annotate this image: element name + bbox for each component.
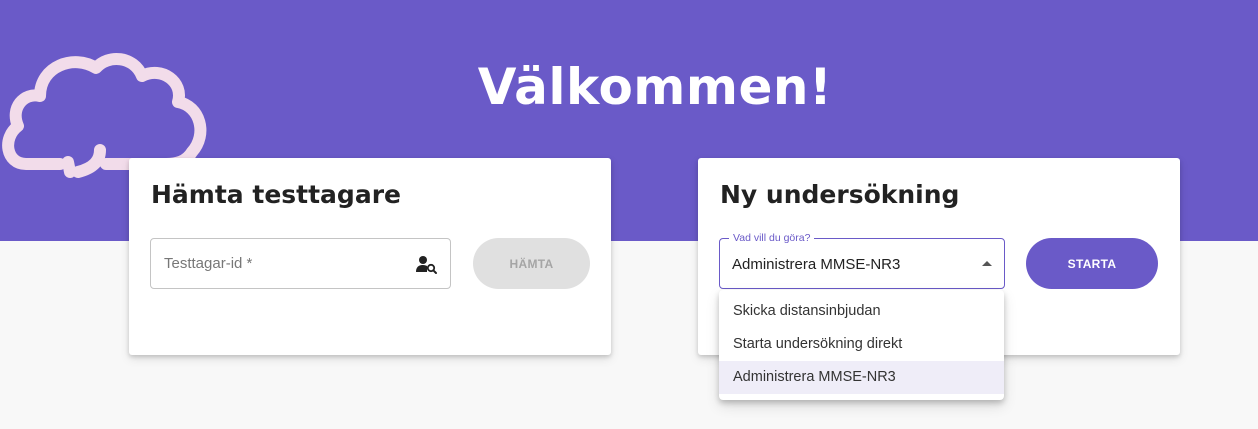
action-select[interactable]: Vad vill du göra? Administrera MMSE-NR3: [719, 231, 1005, 289]
menu-item-send-remote-invite[interactable]: Skicka distansinbjudan: [719, 295, 1004, 328]
fetch-card-title: Hämta testtagare: [151, 180, 401, 209]
person-search-icon: [416, 256, 437, 274]
welcome-heading: Välkommen!: [477, 58, 833, 116]
action-select-value: Administrera MMSE-NR3: [732, 256, 901, 273]
menu-item-start-exam-direct[interactable]: Starta undersökning direkt: [719, 328, 1004, 361]
testtaker-id-placeholder: Testtagar-id *: [164, 255, 253, 272]
new-exam-card-title: Ny undersökning: [720, 180, 960, 209]
start-button[interactable]: STARTA: [1026, 238, 1158, 289]
fetch-button[interactable]: HÄMTA: [473, 238, 590, 289]
action-dropdown-menu: Skicka distansinbjudan Starta undersökni…: [719, 290, 1004, 400]
fetch-testtaker-card: Hämta testtagare Testtagar-id * HÄMTA: [129, 158, 611, 355]
testtaker-id-input[interactable]: Testtagar-id *: [150, 238, 451, 289]
menu-item-administer-mmse[interactable]: Administrera MMSE-NR3: [719, 361, 1004, 394]
page: Välkommen! Hämta testtagare Testtagar-id…: [0, 0, 1258, 429]
caret-up-icon[interactable]: [982, 261, 992, 266]
action-select-label: Vad vill du göra?: [729, 231, 815, 245]
